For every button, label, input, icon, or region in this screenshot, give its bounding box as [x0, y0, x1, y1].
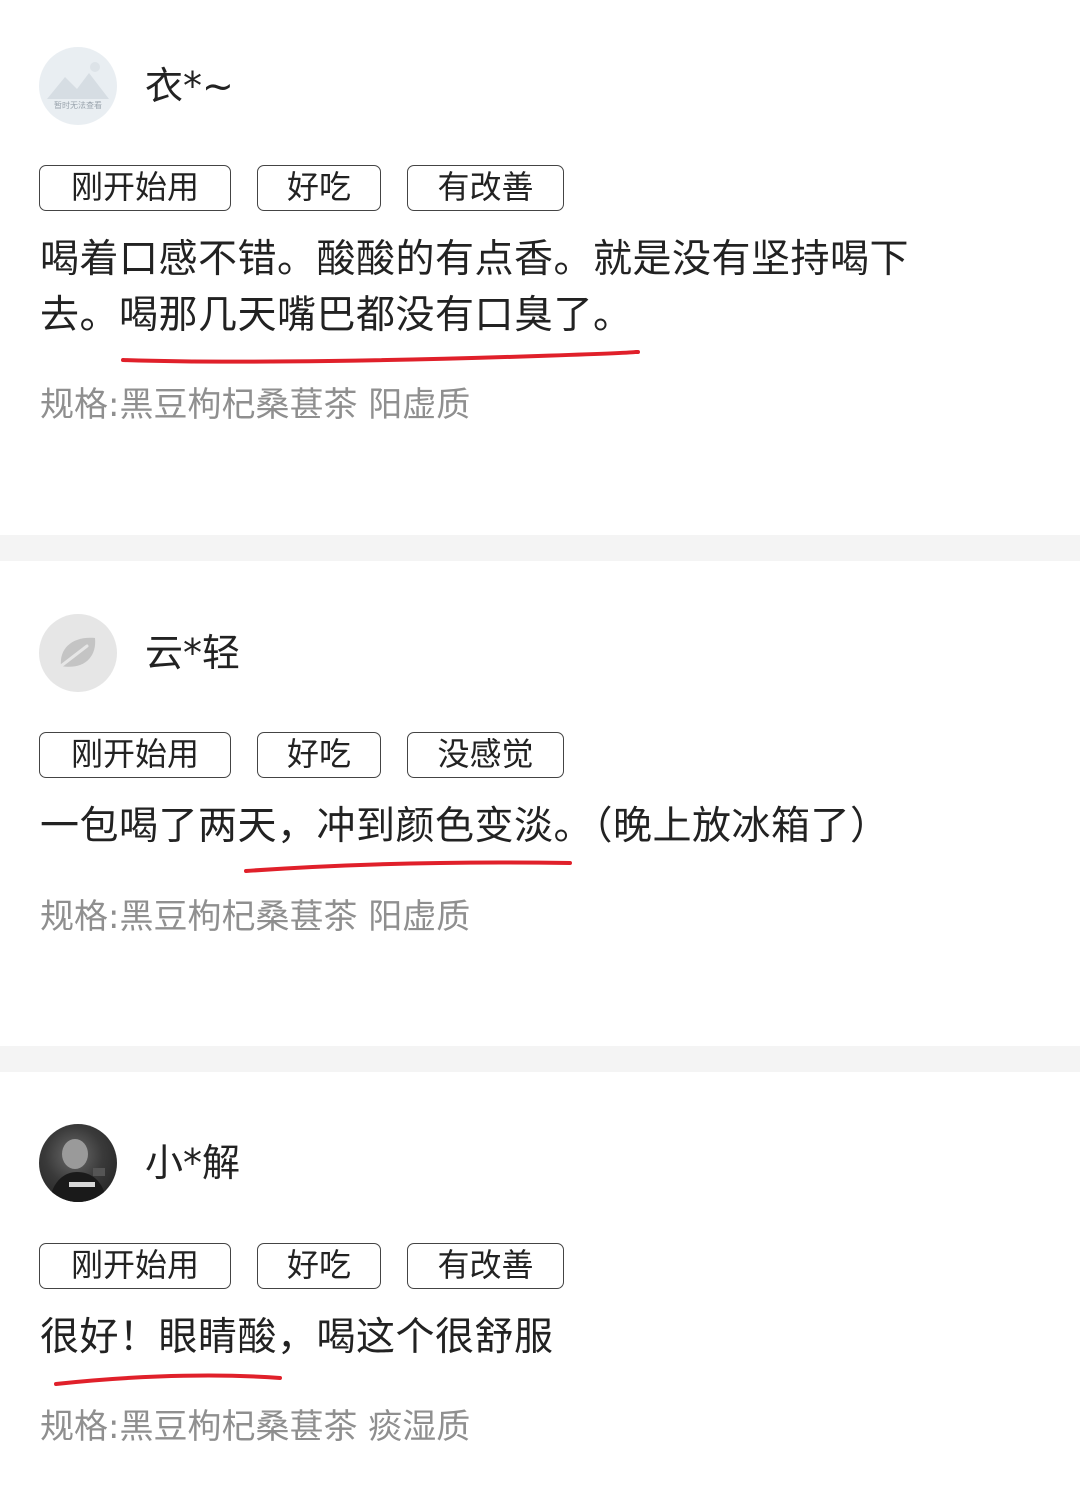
avatar[interactable] [39, 614, 117, 692]
review-list: 暂时无法查看 衣*~ 刚开始用 好吃 有改善 喝着口感不错。酸酸的有点香。就是没… [0, 0, 1080, 1510]
leaf-icon [59, 637, 96, 668]
tag-just-started[interactable]: 刚开始用 [39, 732, 231, 778]
review-content-line: 去。喝那几天嘴巴都没有口臭了。 [40, 293, 633, 338]
highlight-underline [121, 350, 640, 364]
avatar[interactable] [39, 1124, 117, 1202]
review-card: 小*解 刚开始用 好吃 有改善 很好！眼睛酸，喝这个很舒服 规格:黑豆枸杞桑葚茶… [0, 1072, 1080, 1510]
review-content-line: 一包喝了两天，冲到颜色变淡。（晚上放冰箱了） [40, 804, 890, 849]
section-divider [0, 535, 1080, 561]
review-content: 喝着口感不错。酸酸的有点香。就是没有坚持喝下 去。喝那几天嘴巴都没有口臭了。 [40, 232, 1000, 344]
username: 小*解 [145, 1141, 241, 1185]
username: 衣*~ [145, 64, 234, 108]
review-content: 一包喝了两天，冲到颜色变淡。（晚上放冰箱了） [40, 799, 1060, 855]
tag-just-started[interactable]: 刚开始用 [39, 165, 231, 211]
username: 云*轻 [145, 631, 241, 675]
tag-tasty[interactable]: 好吃 [257, 1243, 381, 1289]
highlight-underline [244, 860, 572, 873]
review-content-line: 喝着口感不错。酸酸的有点香。就是没有坚持喝下 [40, 237, 910, 282]
tag-improved[interactable]: 有改善 [407, 165, 564, 211]
section-divider [0, 1046, 1080, 1072]
product-spec: 规格:黑豆枸杞桑葚茶 痰湿质 [40, 1407, 471, 1447]
image-placeholder-icon [47, 62, 109, 99]
avatar-placeholder-text: 暂时无法查看 [54, 101, 102, 110]
user-photo [49, 1139, 107, 1202]
review-content-line: 很好！眼睛酸，喝这个很舒服 [40, 1315, 554, 1360]
review-card: 云*轻 刚开始用 好吃 没感觉 一包喝了两天，冲到颜色变淡。（晚上放冰箱了） 规… [0, 561, 1080, 1046]
tag-improved[interactable]: 有改善 [407, 1243, 564, 1289]
avatar[interactable]: 暂时无法查看 [39, 47, 117, 125]
tag-no-feeling[interactable]: 没感觉 [407, 732, 564, 778]
highlight-underline [54, 1373, 282, 1386]
review-card: 暂时无法查看 衣*~ 刚开始用 好吃 有改善 喝着口感不错。酸酸的有点香。就是没… [0, 0, 1080, 535]
tag-tasty[interactable]: 好吃 [257, 165, 381, 211]
product-spec: 规格:黑豆枸杞桑葚茶 阳虚质 [40, 897, 471, 937]
tag-tasty[interactable]: 好吃 [257, 732, 381, 778]
tag-just-started[interactable]: 刚开始用 [39, 1243, 231, 1289]
review-content: 很好！眼睛酸，喝这个很舒服 [40, 1310, 1000, 1366]
product-spec: 规格:黑豆枸杞桑葚茶 阳虚质 [40, 385, 471, 425]
